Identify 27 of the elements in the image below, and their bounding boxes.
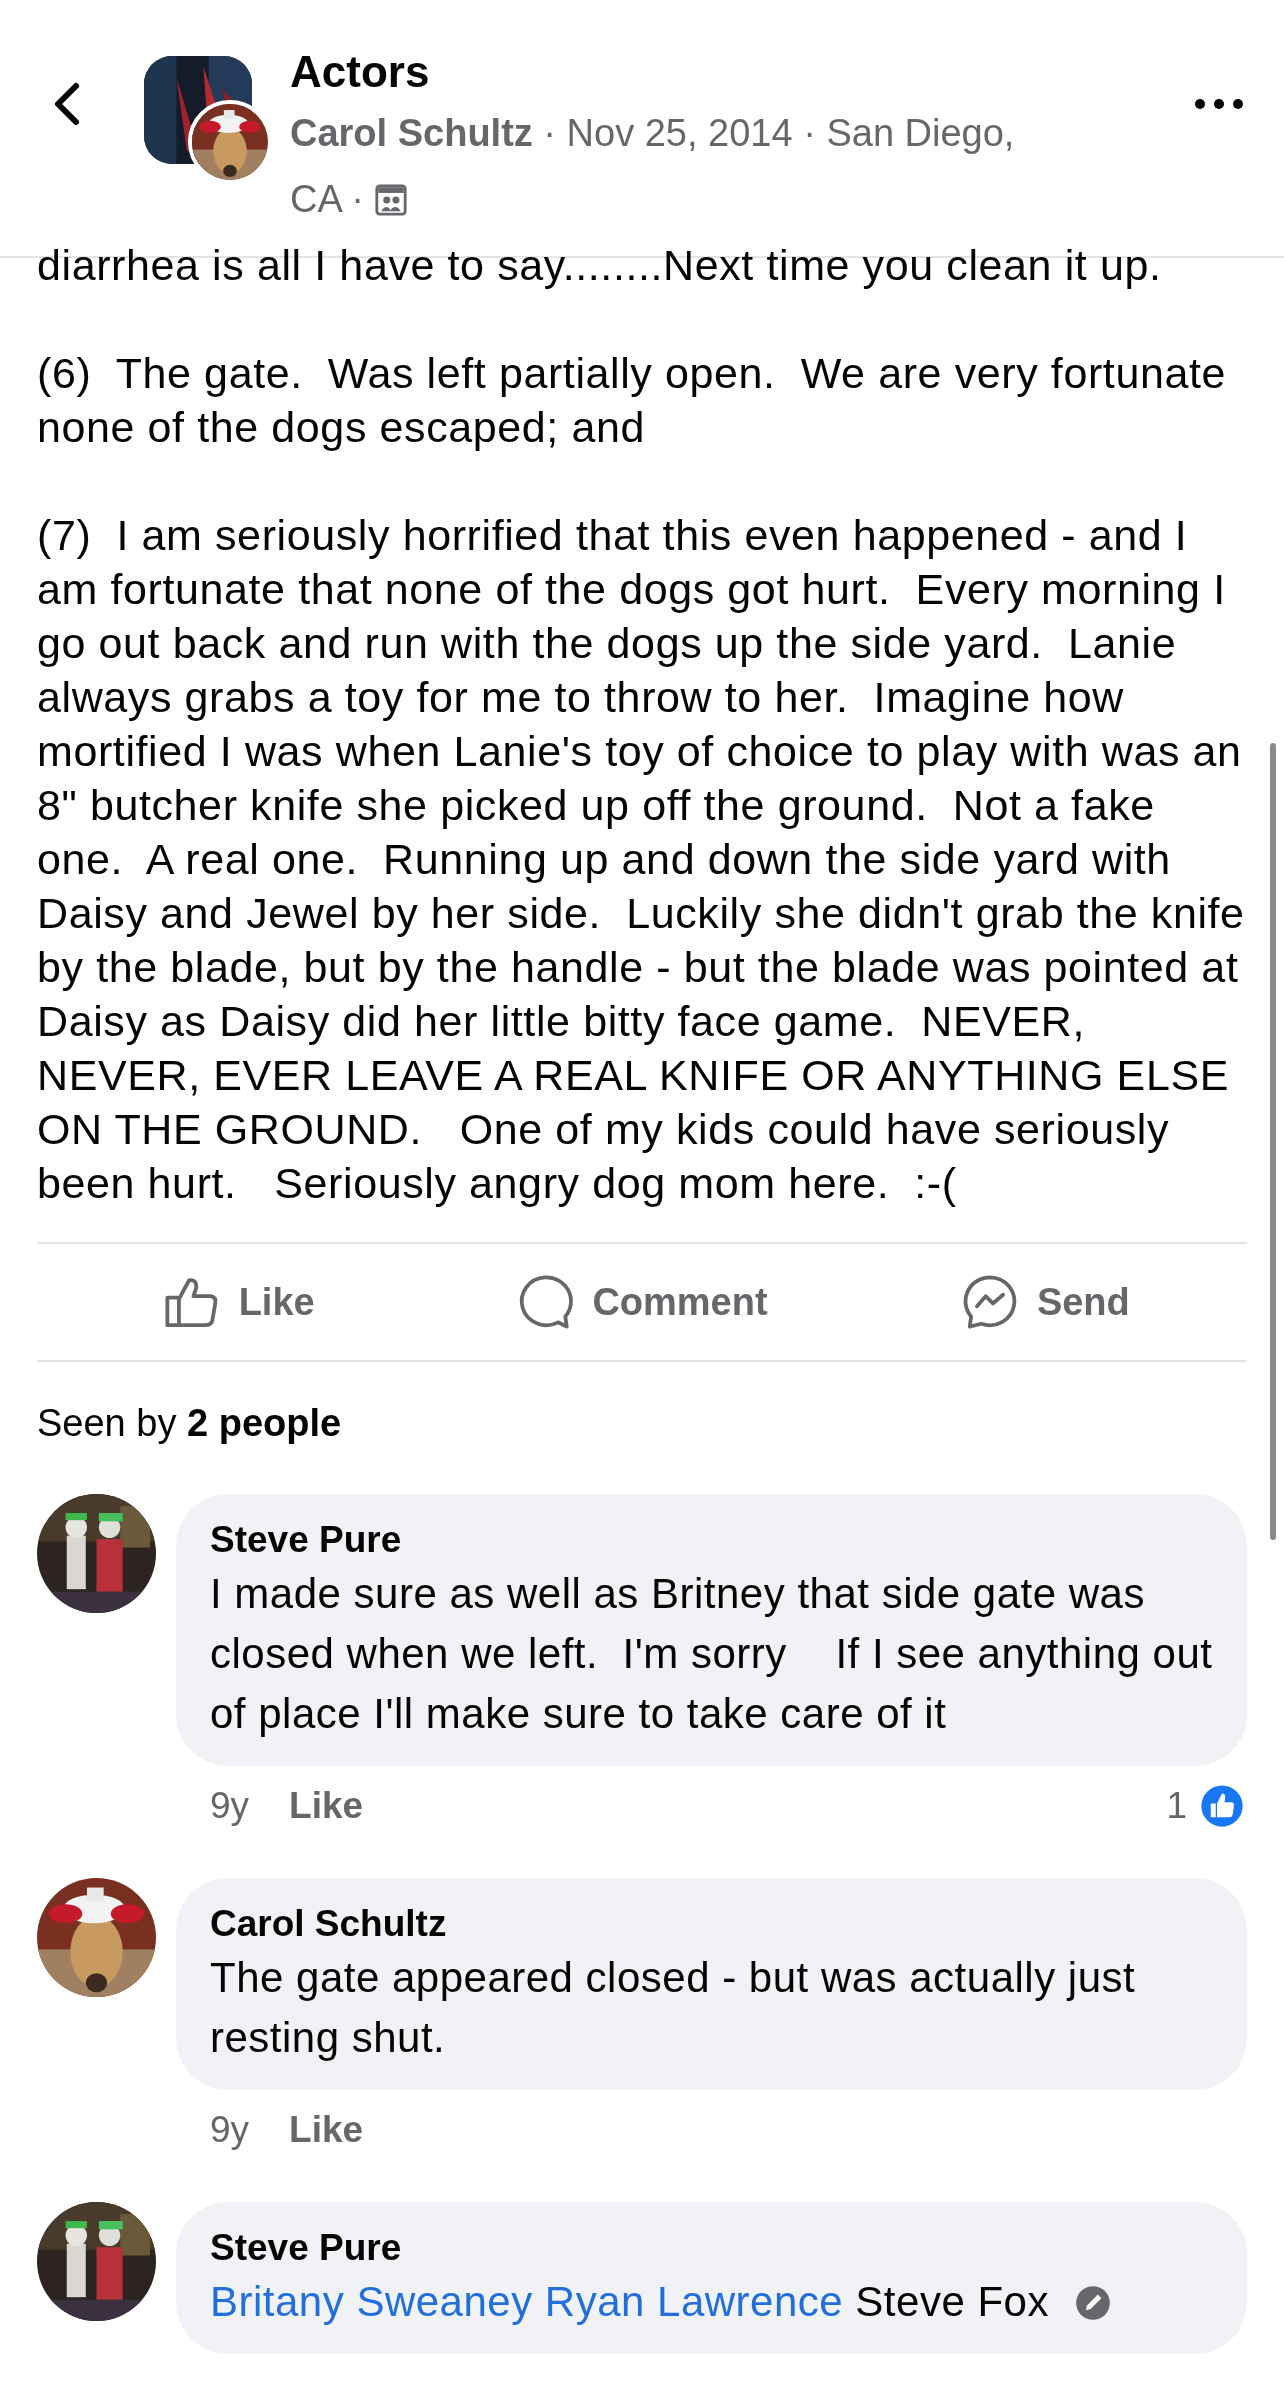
commenter-name[interactable]: Steve Pure (210, 2224, 402, 2272)
post-paragraph: diarrhea is all I have to say........Next time you clean it up. (37, 240, 1163, 291)
comment-like-button[interactable]: Like (289, 2109, 364, 2151)
comment-text: Britany Sweaney Ryan Lawrence Steve Fox (210, 2278, 1049, 2325)
like-button[interactable]: Like (150, 1262, 327, 1342)
post-paragraph: (7) I am seriously horrified that this even happened - and I am fortunate that none of the dogs got hurt. Every morning I go out back and run with the dogs up the side yard. Lanie always grabs a toy for me to throw to her. Imagine how mortified I was when Lanie's toy of choice to play with was an 8" butcher knife she picked up off the ground. Not a fake one. A real one. Running up and down the side yard with Daisy and Jewel by her side. Luckily she didn't grab the knife by the blade, but by the handle - but the blade was pointed at Daisy as Daisy did her little bitty face game. NEVER, NEVER, EVER LEAVE A REAL KNIFE OR ANYTHING ELSE ON THE GROUND. One of my kids could have seriously been hurt. Seriously angry dog mom here. :-( (37, 510, 1246, 1209)
mention-link[interactable]: Britany Sweaney (210, 2278, 533, 2325)
comment-button[interactable]: Comment (504, 1262, 780, 1342)
more-options-icon[interactable] (1194, 98, 1244, 110)
comment-like-button[interactable]: Like (289, 1785, 364, 1827)
comment-text: I made sure as well as Britney that side gate was closed when we left. I'm sorry If I see anything out of place I'll make sure to take care of it (210, 1570, 1214, 1737)
group-name[interactable]: Actors (290, 46, 430, 98)
comment-age: 9y (210, 2109, 250, 2151)
post-byline: Carol Schultz · Nov 25, 2014 · San Diego, CA · (290, 111, 1016, 222)
reaction-count: 1 (1166, 1785, 1187, 1827)
group-audience-icon (374, 183, 409, 217)
back-icon[interactable] (52, 82, 82, 126)
pencil-icon (1075, 2285, 1112, 2321)
send-button[interactable]: Send (948, 1262, 1142, 1342)
mention-link[interactable]: Ryan Lawrence (544, 2278, 844, 2325)
commenter-name[interactable]: Steve Pure (210, 1516, 402, 1564)
commenter-name[interactable]: Carol Schultz (210, 1900, 447, 1948)
comment-age: 9y (210, 1785, 250, 1827)
seen-by-text: Seen by 2 people (36, 1401, 343, 1446)
scroll-bar[interactable] (1270, 743, 1276, 1540)
comment-text: The gate appeared closed - but was actually just resting shut. (210, 1954, 1137, 2061)
post-paragraph: (6) The gate. Was left partially open. We are very fortunate none of the dogs escaped; and (37, 348, 1227, 453)
